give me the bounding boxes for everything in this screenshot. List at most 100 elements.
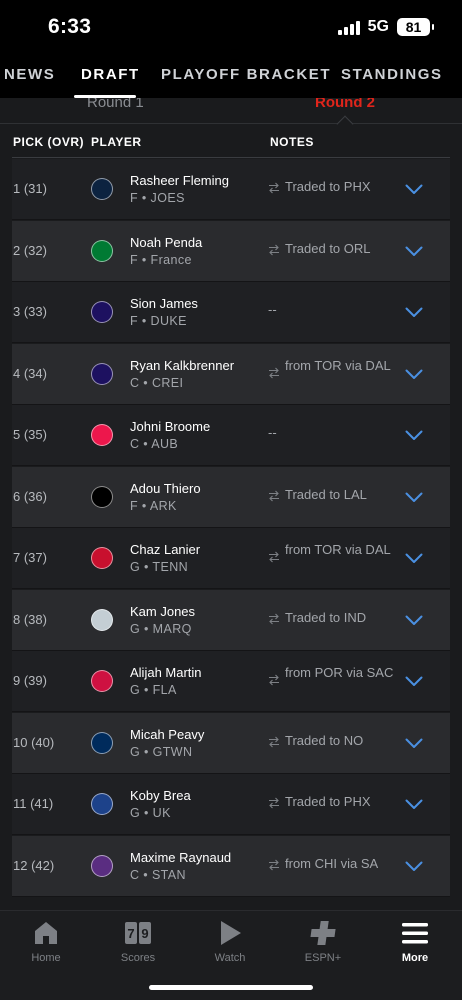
status-time: 6:33 — [48, 15, 92, 38]
chevron-down-icon[interactable] — [405, 305, 423, 317]
player-info: C • AUB — [130, 437, 179, 451]
player-name: Sion James — [130, 296, 198, 311]
pick-note: Traded to ORL — [285, 240, 371, 256]
row-divider — [12, 895, 450, 897]
header-divider — [12, 157, 450, 158]
draft-content: Round 1 Round 2 PICK (OVR) PLAYER NOTES … — [0, 98, 462, 910]
table-row[interactable]: 8 (38) Kam Jones G • MARQ Traded to IND — [0, 589, 462, 651]
table-row[interactable]: 3 (33) Sion James F • DUKE -- — [0, 282, 462, 343]
tab-draft[interactable]: DRAFT — [81, 66, 140, 83]
row-background — [12, 651, 450, 712]
pick-number: 5 (35) — [13, 427, 47, 442]
chevron-down-icon[interactable] — [405, 551, 423, 563]
player-info: F • DUKE — [130, 314, 187, 328]
pick-note: -- — [268, 425, 277, 440]
trade-icon — [268, 366, 280, 378]
celtics-logo — [91, 239, 113, 262]
table-row[interactable]: 12 (42) Maxime Raynaud C • STAN from CHI vi… — [0, 835, 462, 897]
trade-icon — [268, 243, 280, 255]
tab-round-1[interactable]: Round 1 — [87, 98, 144, 111]
scores-digit-left: 7 — [127, 926, 134, 941]
pick-note: Traded to IND — [285, 609, 367, 625]
row-background — [12, 405, 450, 466]
player-info: G • GTWN — [130, 744, 193, 759]
player-info: G • TENN — [130, 560, 189, 574]
pick-number: 8 (38) — [13, 611, 47, 627]
more-icon — [402, 923, 428, 944]
table-row[interactable]: 6 (36) Adou Thiero F • ARK Traded to LAL — [0, 466, 462, 528]
nets-logo — [91, 485, 113, 508]
table-row[interactable]: 1 (31) Rasheer Fleming F • JOES Traded to P… — [0, 159, 462, 220]
player-name: Chaz Lanier — [130, 542, 201, 557]
tab-home[interactable]: Home — [6, 919, 86, 964]
chevron-down-icon[interactable] — [405, 428, 423, 440]
hornets-logo — [91, 301, 113, 323]
chevron-down-icon[interactable] — [405, 490, 423, 502]
tab-news[interactable]: NEWS — [4, 66, 55, 83]
player-name: Noah Penda — [130, 234, 203, 250]
table-row[interactable]: 5 (35) Johni Broome C • AUB -- — [0, 405, 462, 466]
chevron-down-icon[interactable] — [405, 613, 423, 625]
timberwolves-logo — [91, 178, 113, 200]
trade-icon — [268, 612, 280, 624]
tab-watch-label: Watch — [214, 952, 246, 964]
tab-scores-label: Scores — [120, 952, 156, 964]
pick-number: 9 (39) — [13, 673, 47, 688]
tab-espn-plus[interactable]: ESPN+ — [283, 919, 363, 964]
chevron-down-icon[interactable] — [405, 244, 423, 256]
scores-digit-right: 9 — [141, 926, 148, 941]
battery-level: 81 — [405, 19, 422, 35]
pick-note: -- — [268, 302, 277, 317]
trade-icon — [268, 181, 280, 194]
watch-icon — [221, 921, 241, 945]
signal-icon — [337, 19, 360, 35]
table-row[interactable]: 4 (34) Ryan Kalkbrenner C • CREI from TOR v… — [0, 343, 462, 405]
trade-icon — [268, 796, 280, 809]
chevron-down-icon[interactable] — [405, 859, 423, 871]
status-bar: 6:33 5G 81 — [0, 0, 462, 54]
chevron-down-icon[interactable] — [405, 797, 423, 809]
trade-icon — [268, 673, 280, 686]
network-type: 5G — [367, 18, 389, 35]
tab-playoff-bracket[interactable]: PLAYOFF BRACKET — [161, 66, 331, 83]
player-name: Maxime Raynaud — [130, 849, 232, 865]
pick-note: Traded to PHX — [285, 794, 371, 809]
home-indicator — [149, 985, 313, 990]
76ers-logo — [91, 424, 113, 446]
tab-scores[interactable]: 7 9 Scores — [98, 919, 178, 964]
tab-standings[interactable]: STANDINGS — [341, 66, 443, 83]
pick-note: Traded to LAL — [285, 486, 367, 502]
table-row[interactable]: 9 (39) Alijah Martin G • FLA from POR via S… — [0, 651, 462, 712]
tab-round-2[interactable]: Round 2 — [315, 98, 375, 111]
pick-number: 4 (34) — [13, 365, 47, 381]
table-row[interactable]: 10 (40) Micah Peavy G • GTWN Traded to NO — [0, 712, 462, 774]
row-background — [12, 282, 450, 343]
tab-home-label: Home — [31, 952, 61, 964]
chevron-down-icon[interactable] — [405, 367, 423, 379]
player-name: Alijah Martin — [130, 665, 202, 680]
tab-watch[interactable]: Watch — [190, 919, 270, 964]
tab-more[interactable]: More — [375, 919, 455, 964]
pick-note: from TOR via DAL — [285, 357, 391, 373]
pick-number: 1 (31) — [13, 181, 47, 196]
spurs-logo — [91, 608, 113, 631]
pick-number: 10 (40) — [13, 734, 55, 750]
chevron-down-icon[interactable] — [405, 674, 423, 686]
table-row[interactable]: 2 (32) Noah Penda F • France Traded to ORL — [0, 220, 462, 282]
pick-number: 3 (33) — [13, 304, 47, 319]
header-notes: NOTES — [270, 135, 314, 149]
header-pick: PICK (OVR) — [13, 135, 84, 149]
header-player: PLAYER — [91, 135, 142, 149]
chevron-down-icon[interactable] — [405, 182, 423, 194]
table-row[interactable]: 7 (37) Chaz Lanier G • TENN from TOR via DA… — [0, 528, 462, 589]
table-row[interactable]: 11 (41) Koby Brea G • UK Traded to PHX — [0, 774, 462, 835]
pick-note: from POR via SAC — [285, 665, 394, 680]
tab-espn-plus-label: ESPN+ — [304, 952, 342, 964]
tab-more-label: More — [401, 952, 429, 964]
kings-logo — [91, 854, 113, 877]
pick-note: Traded to NO — [285, 732, 364, 748]
chevron-down-icon[interactable] — [405, 736, 423, 748]
warriors-logo — [91, 793, 113, 815]
player-name: Adou Thiero — [130, 480, 201, 496]
player-name: Rasheer Fleming — [130, 173, 229, 188]
